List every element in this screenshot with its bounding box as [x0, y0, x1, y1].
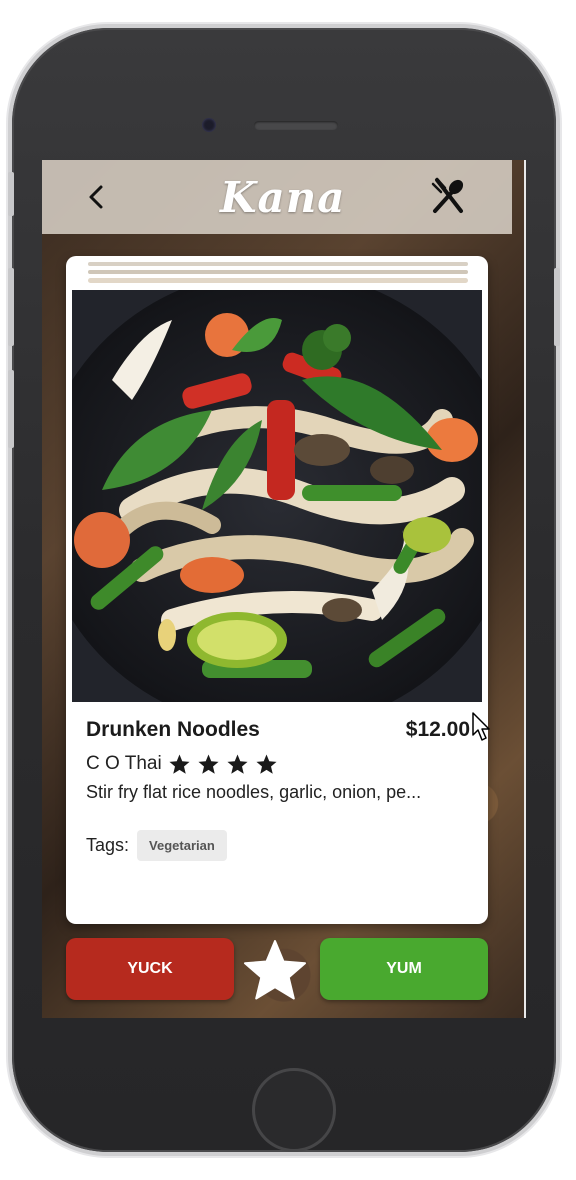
- restaurant-name: C O Thai: [86, 753, 162, 774]
- page: Kana Drunken Noodles $12.00 C O Thai Sti…: [0, 0, 576, 1180]
- dish-description: Stir fry flat rice noodles, garlic, onio…: [86, 782, 422, 802]
- power-button: [554, 268, 560, 346]
- restaurant-row: C O Thai: [86, 750, 284, 778]
- tag-chip[interactable]: Vegetarian: [137, 830, 227, 861]
- utensils-icon[interactable]: [428, 176, 468, 216]
- card-stack-edge: [88, 262, 468, 266]
- chevron-left-icon[interactable]: [80, 180, 114, 214]
- dish-price: $12.00: [405, 718, 470, 741]
- rating-star-icon: [227, 753, 248, 774]
- front-camera: [202, 118, 216, 132]
- rating-star-icon: [198, 753, 219, 774]
- volume-up-button: [8, 268, 14, 346]
- card-stack-edge: [88, 278, 468, 283]
- dish-photo-illustration: [72, 290, 482, 702]
- yum-button[interactable]: YUM: [320, 938, 488, 1000]
- card-stack-edge: [88, 270, 468, 274]
- volume-down-button: [8, 370, 14, 448]
- rating-star-icon: [256, 753, 277, 774]
- mouse-cursor-icon: [472, 712, 490, 741]
- tags-row: Tags: Vegetarian: [86, 830, 227, 861]
- rating-star-icon: [169, 753, 190, 774]
- app-screen: Kana Drunken Noodles $12.00 C O Thai Sti…: [42, 160, 526, 1018]
- dish-photo: [72, 290, 482, 702]
- dish-name: Drunken Noodles: [86, 718, 260, 741]
- screen-edge: [524, 160, 526, 1018]
- home-button[interactable]: [252, 1068, 336, 1152]
- earpiece-speaker: [254, 121, 338, 130]
- tags-label: Tags:: [86, 835, 130, 855]
- favorite-star-icon[interactable]: [242, 938, 308, 1004]
- dish-card[interactable]: Drunken Noodles $12.00 C O Thai Stir fry…: [66, 256, 488, 924]
- app-header: Kana: [42, 160, 512, 234]
- yuck-button[interactable]: YUCK: [66, 938, 234, 1000]
- mute-switch: [8, 172, 14, 216]
- app-logo: Kana: [220, 173, 346, 222]
